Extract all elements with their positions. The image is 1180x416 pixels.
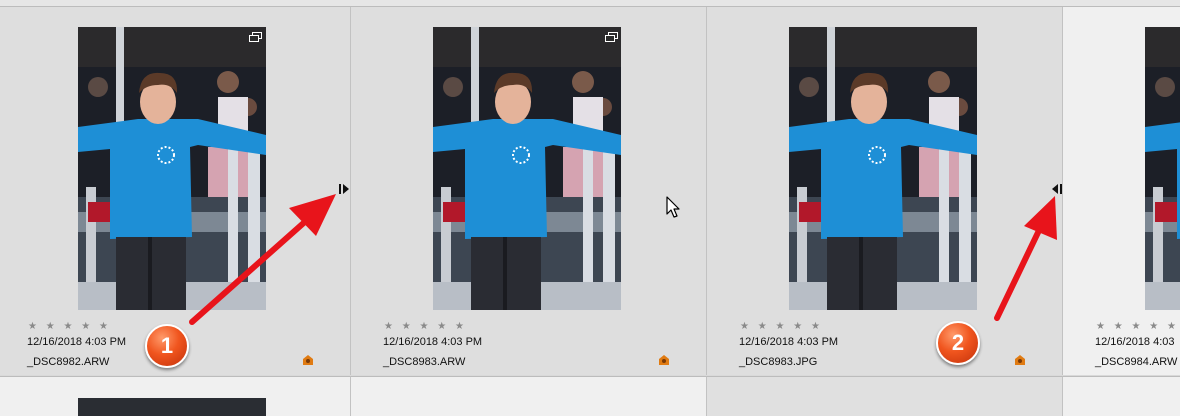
arrow-1 (189, 194, 336, 325)
arrow-2 (994, 196, 1057, 321)
callout-badge-1: 1 (145, 324, 189, 368)
callout-badge-2: 2 (936, 321, 980, 365)
